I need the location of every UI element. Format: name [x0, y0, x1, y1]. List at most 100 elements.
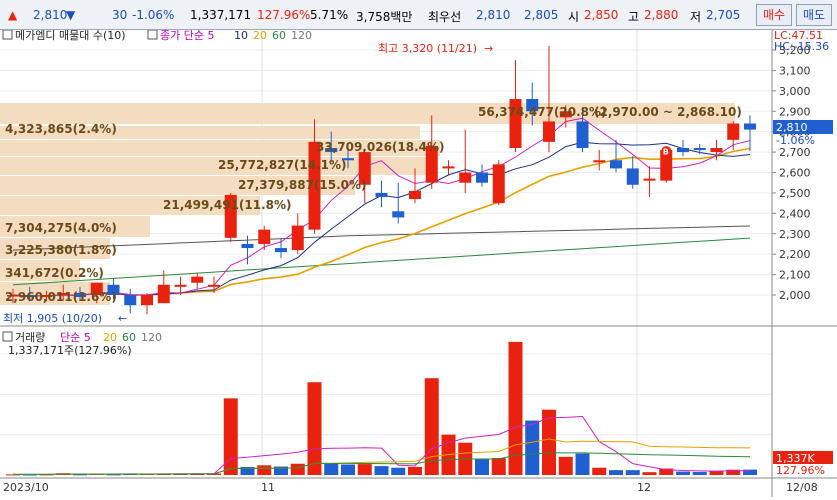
high-label: 고	[628, 10, 640, 24]
volume-legend: 거래량	[15, 331, 45, 344]
volume-bar[interactable]	[307, 382, 322, 475]
candle-body[interactable]	[727, 123, 740, 140]
legend-ma-60: 60	[272, 30, 286, 42]
volume-legend-ma-120: 120	[141, 331, 162, 344]
profile-label: 21,499,491(11.8%)	[163, 198, 292, 212]
candle-body[interactable]	[392, 211, 405, 218]
candle-body[interactable]	[543, 121, 555, 142]
candle-body[interactable]	[124, 295, 137, 306]
price-tick-label: 3,000	[779, 85, 811, 98]
volume-bar[interactable]	[525, 420, 540, 475]
candle-body[interactable]	[174, 284, 187, 287]
volume-legend-ma-60: 60	[122, 331, 136, 344]
legend-stock: 메가엠디 매물대 수(10)	[15, 30, 126, 42]
candle-body[interactable]	[693, 148, 706, 151]
candle-body[interactable]	[677, 148, 689, 153]
profile-label: 25,772,827(14.1%)	[218, 158, 347, 172]
profile-label: 3,225,380(1.8%)	[5, 243, 117, 257]
legend-ma: 종가 단순 5	[160, 30, 214, 42]
low-arrow-icon: ←	[118, 312, 127, 325]
candle-body[interactable]	[744, 123, 756, 130]
price-tick-label: 2,100	[779, 269, 811, 282]
volume-bar[interactable]	[692, 471, 707, 475]
price-tick-label: 2,400	[779, 207, 811, 220]
date-label: 2023/10	[3, 481, 49, 494]
profile-range-label: (2,970.00 ~ 2,868.10)	[594, 105, 742, 119]
low-annotation: 최저 1,905 (10/20)	[3, 312, 102, 325]
volume-bar[interactable]	[357, 464, 372, 475]
volume-bar[interactable]	[558, 456, 573, 475]
date-label: 12	[637, 481, 651, 494]
candle-body[interactable]	[258, 229, 271, 244]
current-price: 2,810	[33, 8, 68, 22]
candle-body[interactable]	[191, 276, 204, 283]
candle-body[interactable]	[375, 192, 388, 197]
candle-body[interactable]	[610, 160, 622, 169]
candle-body[interactable]	[241, 243, 254, 249]
trade-value: 3,758백만	[356, 10, 413, 24]
profile-label: 56,374,477(20.8%)	[478, 105, 607, 119]
profile-label: 341,672(0.2%)	[5, 266, 104, 280]
volume-bar[interactable]	[609, 470, 623, 475]
candle-body[interactable]	[643, 178, 656, 181]
candle-body[interactable]	[576, 121, 589, 148]
buy-button[interactable]: 매수	[756, 4, 792, 26]
candle-body[interactable]	[476, 172, 488, 183]
best-quote-label: 최우선	[428, 10, 462, 24]
candle-body[interactable]	[626, 168, 639, 185]
checkbox-icon[interactable]	[2, 29, 13, 40]
price-tick-label: 2,900	[779, 105, 811, 118]
profile-label: 33,709,026(18.4%)	[316, 140, 445, 154]
volume-bar[interactable]	[408, 466, 422, 475]
price-tick-label: 2,500	[779, 187, 811, 200]
current-price-tag: 2,810	[776, 121, 808, 134]
volume-bar[interactable]	[676, 471, 690, 475]
turnover-rate: 5.71%	[310, 8, 349, 22]
profile-label: 27,379,887(15.0%)	[238, 178, 367, 192]
candle-body[interactable]	[492, 164, 505, 204]
volume-bar[interactable]	[642, 472, 657, 475]
volume-bar[interactable]	[475, 458, 489, 475]
volume-bar[interactable]	[374, 466, 389, 475]
price-tick-label: 3,100	[779, 64, 811, 77]
candle-body[interactable]	[208, 284, 220, 287]
volume-bar[interactable]	[575, 453, 590, 475]
checkbox-icon[interactable]	[147, 29, 158, 40]
candle-body[interactable]	[291, 225, 304, 251]
volume-bar[interactable]	[341, 464, 355, 475]
volume-bar[interactable]	[391, 467, 406, 475]
stock-chart[interactable]: B 30,000K20,000K10,000K 3,2003,1003,0002…	[0, 29, 837, 497]
change-percent: -1.06%	[132, 8, 175, 22]
change-amount: 30	[112, 8, 128, 22]
chart-panel[interactable]: B 30,000K20,000K10,000K 3,2003,1003,0002…	[0, 29, 837, 497]
volume-bar[interactable]	[491, 458, 506, 475]
candle-body[interactable]	[141, 295, 153, 306]
candle-body[interactable]	[710, 148, 723, 153]
volume-bar[interactable]	[324, 463, 339, 475]
low-price: 2,705	[706, 8, 741, 22]
candle-body[interactable]	[593, 160, 606, 163]
profile-label: 7,304,275(4.0%)	[5, 221, 117, 235]
sell-button[interactable]: 매도	[796, 4, 832, 26]
volume-bar[interactable]	[290, 463, 305, 475]
candle-body[interactable]	[275, 248, 287, 253]
change-arrow: ▼	[66, 8, 76, 22]
checkbox-icon[interactable]	[2, 331, 13, 342]
legend-ma-10: 10	[234, 30, 248, 42]
volume-bar[interactable]	[257, 465, 272, 475]
legend-ma-20: 20	[253, 30, 267, 42]
ticker-bar: ▲ 2,810 ▼ 30 -1.06% 1,337,171 127.96% 5.…	[0, 0, 837, 30]
ask-price: 2,810	[476, 8, 511, 22]
current-volume: 1,337,171주(127.96%)	[8, 344, 132, 357]
candle-body[interactable]	[157, 284, 170, 304]
volume-bar[interactable]	[625, 470, 640, 475]
candle-body[interactable]	[442, 166, 455, 169]
price-up-icon: ▲	[8, 8, 18, 22]
hc-value: HC:-15.36	[774, 40, 829, 53]
candle-body[interactable]	[459, 172, 472, 183]
candle-body[interactable]	[409, 190, 421, 200]
volume-bar[interactable]	[709, 471, 724, 475]
volume-bar[interactable]	[592, 467, 607, 475]
high-price: 2,880	[644, 8, 679, 22]
volume-ratio: 127.96%	[257, 8, 311, 22]
